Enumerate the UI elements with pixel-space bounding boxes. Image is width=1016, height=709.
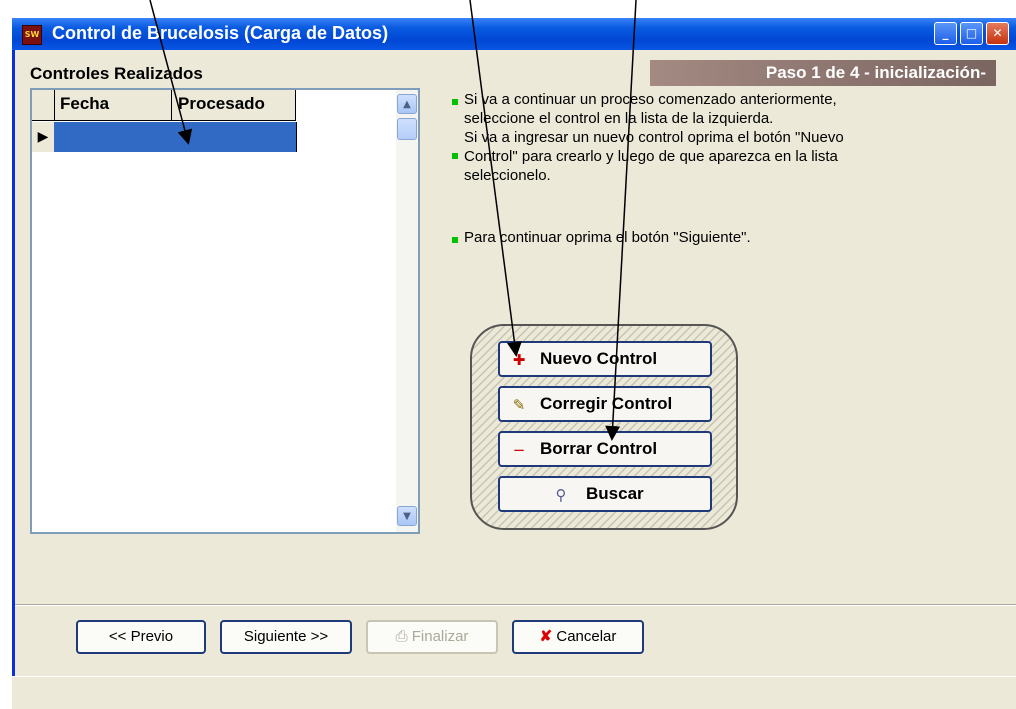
controles-realizados-label: Controles Realizados (30, 64, 203, 83)
cancelar-button[interactable]: ✘ Cancelar (512, 620, 644, 654)
cancel-x-icon: ✘ (539, 628, 557, 645)
cell-fecha[interactable] (54, 122, 173, 152)
print-icon: ⎙ (395, 628, 412, 645)
flashlight-icon: ⚲ (555, 486, 567, 504)
vertical-scrollbar[interactable]: ▲ ▼ (396, 90, 418, 532)
nuevo-control-button[interactable]: ✚ Nuevo Control (498, 341, 712, 377)
instruction-line-5: seleccionelo. (464, 167, 551, 184)
previo-button[interactable]: << Previo (76, 620, 206, 654)
siguiente-button[interactable]: Siguiente >> (220, 620, 352, 654)
controls-grid[interactable]: Fecha Procesado ▶ ▲ ▼ (30, 88, 420, 534)
app-icon: SW (22, 25, 42, 45)
borrar-control-button[interactable]: − Borrar Control (498, 431, 712, 467)
scroll-down-icon[interactable]: ▼ (397, 506, 417, 526)
scroll-thumb[interactable] (397, 118, 417, 140)
borrar-control-label: Borrar Control (540, 439, 658, 458)
instruction-line-1: Si va a continuar un proceso comenzado a… (464, 91, 837, 108)
scroll-up-icon[interactable]: ▲ (397, 94, 417, 114)
cell-procesado[interactable] (172, 122, 297, 152)
bullet-icon (452, 153, 458, 159)
minimize-button[interactable]: _ (934, 22, 957, 45)
status-bar (12, 676, 1016, 709)
add-icon: ✚ (512, 351, 526, 369)
instruction-line-4: Control" para crearlo y luego de que apa… (464, 148, 838, 165)
column-header-fecha[interactable]: Fecha (54, 90, 172, 120)
corregir-control-button[interactable]: ✎ Corregir Control (498, 386, 712, 422)
instruction-line-2: seleccione el control en la lista de la … (464, 110, 774, 127)
buscar-label: Buscar (586, 484, 644, 503)
delete-icon: − (512, 441, 526, 459)
table-row[interactable]: ▶ (32, 122, 297, 152)
maximize-button[interactable]: □ (960, 22, 983, 45)
buscar-button[interactable]: ⚲ Buscar (498, 476, 712, 512)
finalizar-label: Finalizar (411, 628, 469, 645)
separator (15, 604, 1016, 606)
close-button[interactable]: ✕ (986, 22, 1009, 45)
cancelar-label: Cancelar (556, 628, 617, 645)
edit-document-icon: ✎ (512, 396, 526, 414)
title-bar[interactable]: SW Control de Brucelosis (Carga de Datos… (12, 18, 1016, 50)
window-title: Control de Brucelosis (Carga de Datos) (52, 23, 389, 43)
column-header-procesado[interactable]: Procesado (172, 90, 296, 120)
grid-header: Fecha Procesado (32, 90, 296, 121)
grid-header-indicator (32, 90, 55, 120)
finalizar-button[interactable]: ⎙ Finalizar (366, 620, 498, 654)
instruction-line-6: Para continuar oprima el botón "Siguient… (464, 229, 751, 246)
action-button-panel: ✚ Nuevo Control ✎ Corregir Control − Bor… (470, 324, 738, 530)
row-pointer-icon: ▶ (32, 122, 55, 152)
instruction-line-3: Si va a ingresar un nuevo control oprima… (464, 129, 844, 146)
bullet-icon (452, 99, 458, 105)
bullet-icon (452, 237, 458, 243)
step-banner: Paso 1 de 4 - inicialización- (650, 60, 996, 86)
nuevo-control-label: Nuevo Control (540, 349, 658, 368)
corregir-control-label: Corregir Control (540, 394, 673, 413)
